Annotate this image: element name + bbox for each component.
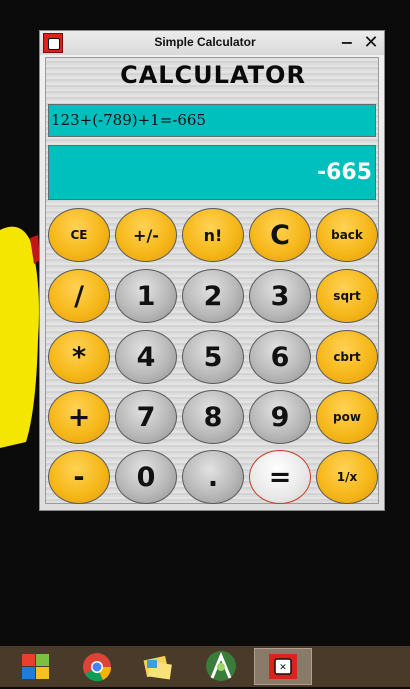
android-studio-icon[interactable]	[192, 648, 250, 685]
taskbar: ✕	[0, 646, 410, 687]
digit-1-button[interactable]: 1	[115, 269, 177, 323]
result-display: -665	[48, 145, 376, 200]
window-title: Simple Calculator	[154, 35, 256, 49]
svg-text:✕: ✕	[279, 663, 287, 673]
cube-root-button[interactable]: cbrt	[316, 330, 378, 384]
digit-9-button[interactable]: 9	[249, 390, 311, 444]
digit-0-button[interactable]: 0	[115, 450, 177, 504]
minimize-button[interactable]: −	[336, 32, 358, 54]
expression-display: 123+(-789)+1=-665	[48, 104, 376, 137]
chrome-icon[interactable]	[70, 648, 128, 685]
clear-entry-button[interactable]: CE	[48, 208, 110, 262]
close-button[interactable]: ✕	[360, 32, 382, 54]
digit-6-button[interactable]: 6	[249, 330, 311, 384]
digit-5-button[interactable]: 5	[182, 330, 244, 384]
factorial-button[interactable]: n!	[182, 208, 244, 262]
calculator-heading: CALCULATOR	[120, 61, 306, 89]
title-bar[interactable]: Simple Calculator − ✕	[40, 31, 384, 55]
digit-3-button[interactable]: 3	[249, 269, 311, 323]
calculator-panel: CALCULATOR 123+(-789)+1=-665 -665 CE +/- n…	[45, 57, 379, 504]
multiply-button[interactable]: *	[48, 330, 110, 384]
app-icon[interactable]	[43, 33, 63, 53]
square-root-button[interactable]: sqrt	[316, 269, 378, 323]
digit-7-button[interactable]: 7	[115, 390, 177, 444]
reciprocal-button[interactable]: 1/x	[316, 450, 378, 504]
divide-button[interactable]: /	[48, 269, 110, 323]
calculator-window: Simple Calculator − ✕ CALCULATOR 123+(-7…	[39, 30, 385, 511]
digit-4-button[interactable]: 4	[115, 330, 177, 384]
digit-8-button[interactable]: 8	[182, 390, 244, 444]
decimal-button[interactable]: .	[182, 450, 244, 504]
calculator-app-icon[interactable]: ✕	[254, 648, 312, 685]
windows-start-icon[interactable]	[15, 648, 73, 685]
background-yellow-figure	[0, 226, 40, 448]
equals-button[interactable]: =	[249, 450, 311, 504]
backspace-button[interactable]: back	[316, 208, 378, 262]
add-button[interactable]: +	[48, 390, 110, 444]
subtract-button[interactable]: -	[48, 450, 110, 504]
file-explorer-icon[interactable]	[127, 648, 185, 685]
power-button[interactable]: pow	[316, 390, 378, 444]
clear-button[interactable]: C	[249, 208, 311, 262]
digit-2-button[interactable]: 2	[182, 269, 244, 323]
negate-button[interactable]: +/-	[115, 208, 177, 262]
